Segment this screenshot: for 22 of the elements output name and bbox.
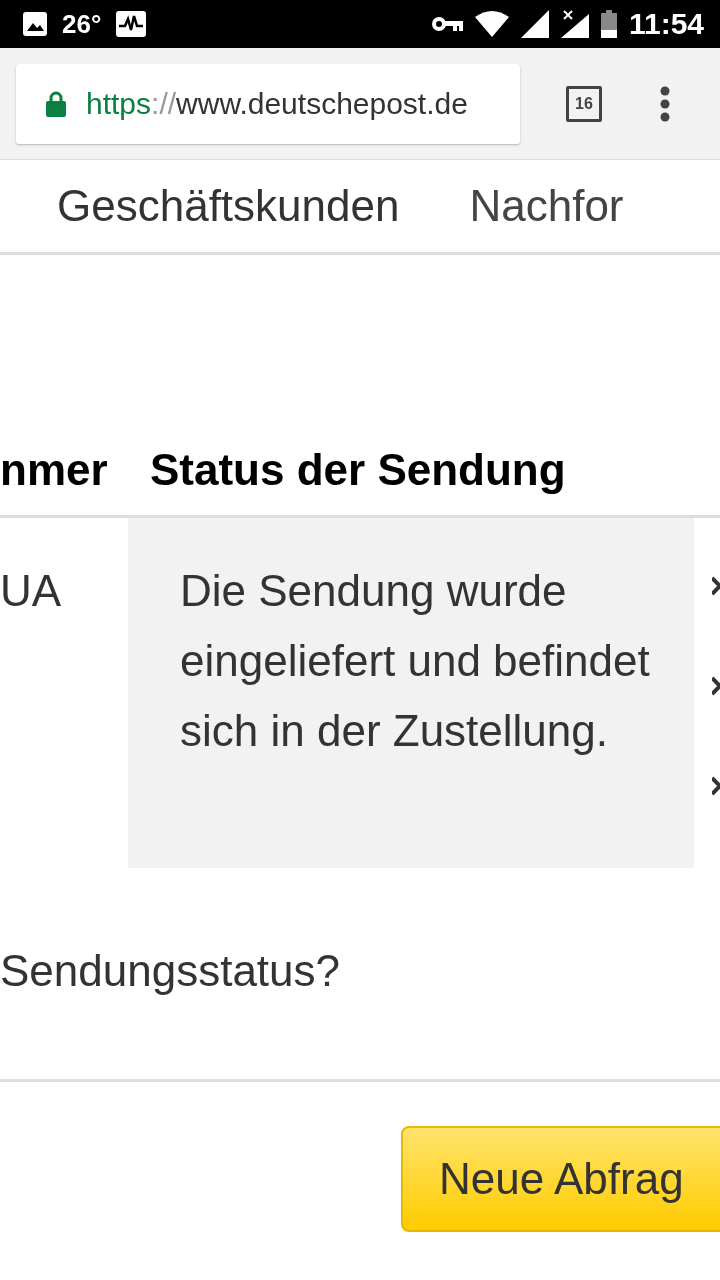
new-query-button[interactable]: Neue Abfrag — [401, 1126, 720, 1232]
image-icon — [22, 11, 48, 37]
signal-icon — [560, 10, 589, 38]
tab-count-button[interactable]: 16 — [566, 85, 602, 122]
table-cell: Die Sendung wurde eingeliefert und befindet sich in der Zustellung. — [128, 518, 694, 868]
column-header: Status der Sendung — [150, 445, 566, 495]
address-bar[interactable]: https://www.deutschepost.de — [16, 63, 520, 144]
nav-link[interactable]: Geschäftskunden — [57, 181, 400, 231]
key-icon — [430, 15, 463, 33]
url-text: https://www.deutschepost.de — [86, 86, 468, 121]
battery-icon — [600, 10, 617, 38]
column-header: nmer — [0, 445, 109, 495]
more-icon[interactable] — [660, 85, 670, 122]
pulse-icon — [115, 10, 148, 38]
temperature-text: 26° — [62, 8, 102, 40]
clock-text: 11:54 — [628, 7, 704, 41]
signal-icon — [520, 10, 549, 38]
wifi-icon — [474, 11, 509, 37]
table-cell-text: UA — [0, 565, 63, 616]
lock-icon — [46, 90, 66, 117]
question-heading: Sendungsstatus? — [0, 868, 720, 1082]
nav-link[interactable]: Nachfor — [469, 181, 624, 231]
